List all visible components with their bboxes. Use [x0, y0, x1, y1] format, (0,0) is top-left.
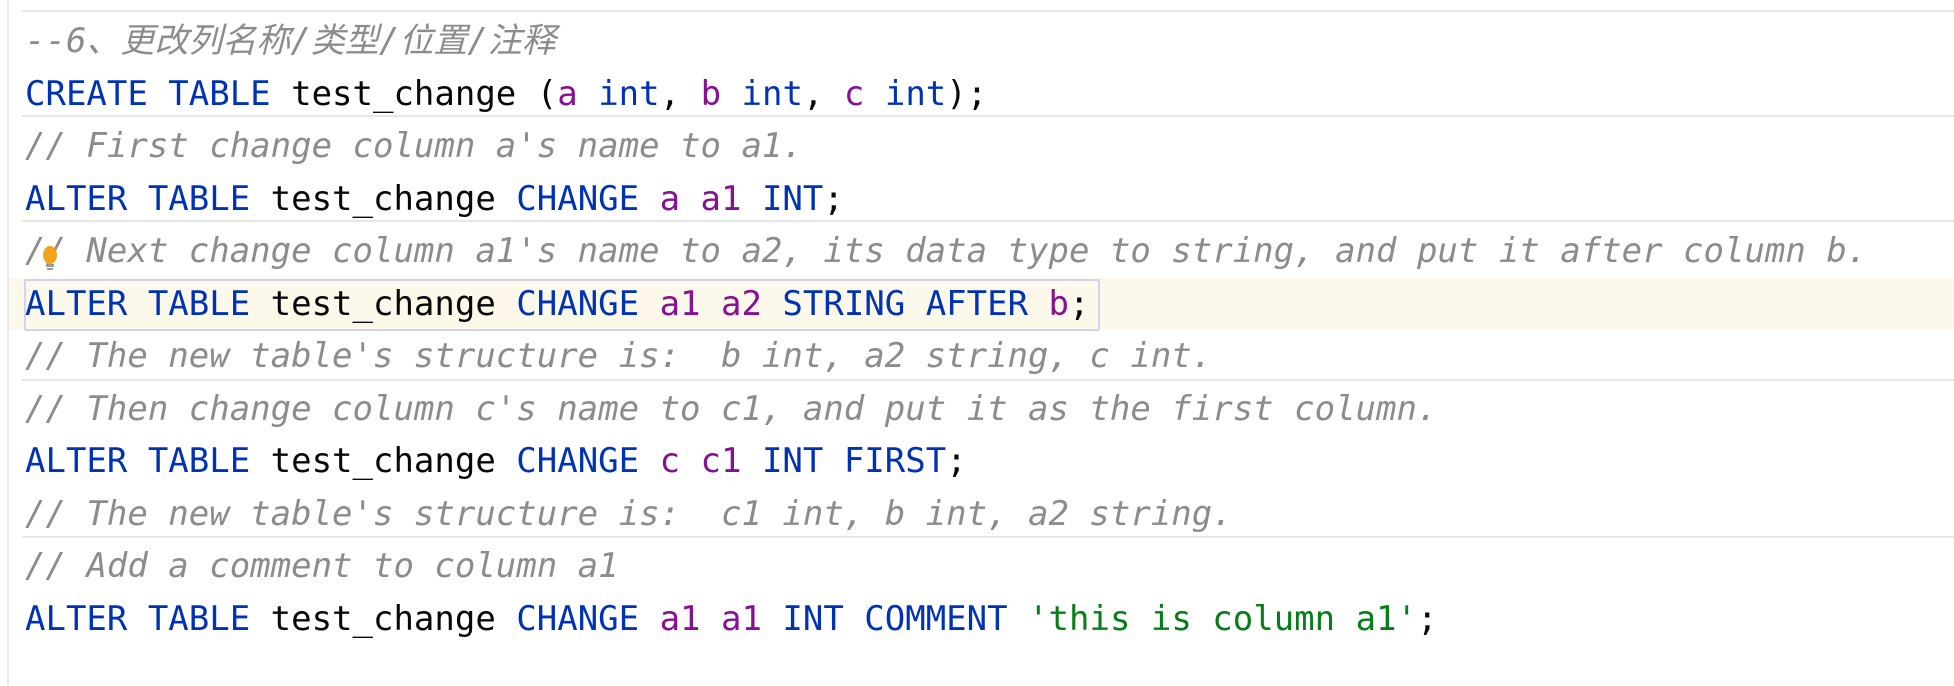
identifier-token: ;	[1417, 598, 1438, 639]
comment-token: // Add a comment to column a1	[25, 546, 619, 586]
keyword-token: INT	[761, 178, 824, 219]
keyword-token: int	[741, 73, 803, 114]
statement-separator	[22, 10, 1954, 12]
code-line[interactable]: ALTER TABLE test_change CHANGE a1 a1 INT…	[25, 593, 1437, 645]
string-token: 'this is column a1'	[1028, 598, 1417, 639]
column-token: b	[1048, 283, 1070, 324]
comment-line[interactable]: --6、更改列名称/类型/位置/注释	[25, 15, 556, 67]
identifier-token: ;	[823, 178, 844, 219]
comment-token: // Then change column c's name to c1, an…	[25, 388, 1438, 429]
keyword-token: CREATE TABLE	[25, 73, 292, 114]
column-token: b	[700, 73, 742, 114]
code-line[interactable]: ALTER TABLE test_change CHANGE a a1 INT;	[25, 173, 844, 225]
comment-line[interactable]: // Then change column c's name to c1, an…	[25, 383, 1437, 435]
identifier-token: test_change	[291, 73, 537, 114]
identifier-token: );	[946, 73, 988, 114]
keyword-token: int	[598, 73, 660, 114]
keyword-token: CHANGE	[516, 178, 660, 219]
keyword-token: INT FIRST	[761, 441, 947, 481]
identifier-token: test_change	[270, 598, 517, 639]
comment-token: // The new table's structure is: b int, …	[25, 336, 1213, 376]
column-token: a	[557, 73, 599, 114]
comment-line[interactable]: // The new table's structure is: b int, …	[25, 330, 1212, 382]
comment-token: // First change column a's name to a1.	[25, 126, 803, 166]
column-token: c	[659, 441, 701, 481]
column-token: c1	[700, 441, 762, 481]
column-token: a2	[721, 283, 783, 324]
comment-line[interactable]: // First change column a's name to a1.	[25, 120, 803, 172]
comment-token: // The new table's structure is: c1 int,…	[25, 493, 1233, 534]
column-token: a1	[659, 598, 721, 639]
identifier-token: ;	[946, 441, 967, 481]
comment-line[interactable]: // The new table's structure is: c1 int,…	[25, 488, 1233, 540]
column-token: c	[843, 73, 885, 114]
comment-line[interactable]: // Next change column a1's name to a2, i…	[25, 225, 1867, 277]
keyword-token: CHANGE	[516, 441, 660, 481]
keyword-token: ALTER TABLE	[25, 441, 271, 481]
identifier-token: test_change	[270, 178, 517, 219]
lightbulb-icon[interactable]	[40, 244, 60, 274]
comment-token: // Next change column a1's name to a2, i…	[25, 231, 1868, 271]
column-token: a1	[721, 598, 783, 639]
keyword-token: INT COMMENT	[782, 598, 1029, 639]
keyword-token: ALTER TABLE	[25, 178, 271, 219]
identifier-token: ,	[802, 73, 844, 114]
keyword-token: CHANGE	[516, 283, 660, 324]
identifier-token: test_change	[270, 441, 517, 481]
column-token: a	[659, 178, 701, 219]
identifier-token: ,	[659, 73, 701, 114]
keyword-token: ALTER TABLE	[25, 283, 271, 324]
code-line[interactable]: ALTER TABLE test_change CHANGE a1 a2 STR…	[25, 278, 1090, 330]
comment-line[interactable]: // Add a comment to column a1	[25, 540, 619, 592]
comment-token: --6、更改列名称/类型/位置/注释	[25, 21, 556, 61]
code-line[interactable]: ALTER TABLE test_change CHANGE c c1 INT …	[25, 435, 967, 487]
identifier-token: test_change	[270, 283, 517, 324]
keyword-token: CHANGE	[516, 598, 660, 639]
code-line[interactable]: CREATE TABLE test_change (a int, b int, …	[25, 68, 987, 120]
keyword-token: STRING AFTER	[782, 283, 1049, 324]
identifier-token: ;	[1069, 283, 1090, 324]
keyword-token: int	[884, 73, 947, 114]
code-editor[interactable]: --6、更改列名称/类型/位置/注释 CREATE TABLE test_chan…	[0, 0, 1954, 686]
column-token: a1	[659, 283, 721, 324]
gutter-edge	[7, 0, 9, 686]
keyword-token: ALTER TABLE	[25, 598, 271, 639]
identifier-token: (	[536, 73, 558, 114]
column-token: a1	[700, 178, 762, 219]
